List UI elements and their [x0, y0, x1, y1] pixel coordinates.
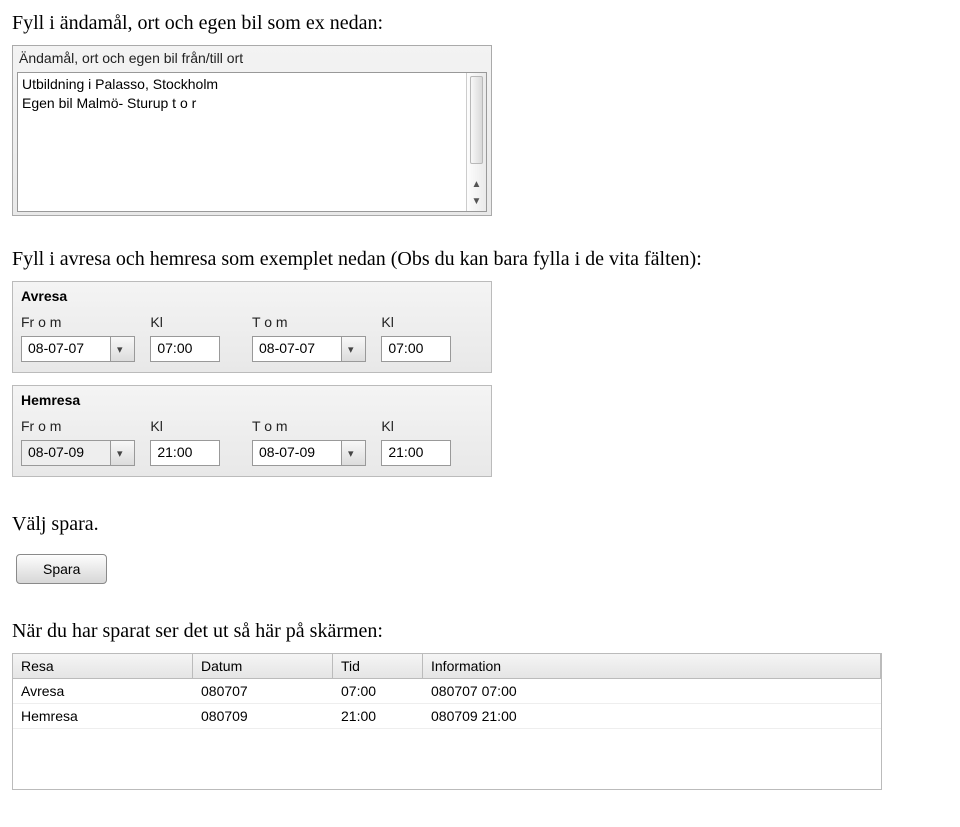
purpose-line: Utbildning i Palasso, Stockholm: [22, 75, 462, 94]
hemresa-to-date-picker-button[interactable]: ▾: [341, 441, 365, 465]
hemresa-to-date-value: 08-07-09: [253, 441, 341, 465]
purpose-textarea[interactable]: Utbildning i Palasso, Stockholm Egen bil…: [17, 72, 487, 212]
save-button[interactable]: Spara: [16, 554, 107, 584]
table-row: Hemresa 080709 21:00 080709 21:00: [13, 704, 881, 729]
chevron-down-icon: ▾: [111, 444, 134, 463]
hemresa-to-label: T o m: [252, 418, 381, 434]
hemresa-to-time[interactable]: 21:00: [381, 440, 451, 466]
avresa-to-date[interactable]: 08-07-07 ▾: [252, 336, 366, 362]
hemresa-title: Hemresa: [21, 392, 483, 408]
instruction-3: Välj spara.: [12, 513, 948, 536]
scroll-up-icon[interactable]: ▲: [470, 177, 483, 191]
avresa-from-date[interactable]: 08-07-07 ▾: [21, 336, 135, 362]
chevron-down-icon: ▾: [111, 340, 134, 359]
instruction-1: Fyll i ändamål, ort och egen bil som ex …: [12, 12, 948, 35]
textarea-scrollbar[interactable]: ▲ ▼: [466, 73, 486, 211]
th-datum: Datum: [193, 654, 333, 678]
cell-info: 080707 07:00: [423, 679, 881, 703]
purpose-textarea-container: Ändamål, ort och egen bil från/till ort …: [12, 45, 492, 216]
cell-info: 080709 21:00: [423, 704, 881, 728]
table-empty-area: [13, 729, 881, 789]
chevron-down-icon: ▾: [342, 444, 365, 463]
scroll-down-icon[interactable]: ▼: [470, 194, 483, 208]
cell-datum: 080707: [193, 679, 333, 703]
avresa-to-label: T o m: [252, 314, 381, 330]
hemresa-from-date: 08-07-09 ▾: [21, 440, 135, 466]
hemresa-from-date-picker-button[interactable]: ▾: [110, 441, 134, 465]
chevron-down-icon: ▾: [342, 340, 365, 359]
hemresa-from-time[interactable]: 21:00: [150, 440, 220, 466]
avresa-to-kl-label: Kl: [381, 314, 483, 330]
cell-resa: Avresa: [13, 679, 193, 703]
avresa-from-time[interactable]: 07:00: [150, 336, 220, 362]
hemresa-to-date[interactable]: 08-07-09 ▾: [252, 440, 366, 466]
avresa-from-kl-label: Kl: [150, 314, 252, 330]
hemresa-section: Hemresa Fr o m 08-07-09 ▾ Kl 21:00 T o m…: [12, 385, 492, 477]
avresa-from-date-picker-button[interactable]: ▾: [110, 337, 134, 361]
cell-resa: Hemresa: [13, 704, 193, 728]
hemresa-from-kl-label: Kl: [150, 418, 252, 434]
avresa-title: Avresa: [21, 288, 483, 304]
avresa-from-label: Fr o m: [21, 314, 150, 330]
avresa-to-date-picker-button[interactable]: ▾: [341, 337, 365, 361]
hemresa-from-label: Fr o m: [21, 418, 150, 434]
purpose-textarea-content: Utbildning i Palasso, Stockholm Egen bil…: [18, 73, 466, 211]
purpose-line: Egen bil Malmö- Sturup t o r: [22, 94, 462, 113]
th-resa: Resa: [13, 654, 193, 678]
hemresa-from-date-value: 08-07-09: [22, 441, 110, 465]
purpose-label: Ändamål, ort och egen bil från/till ort: [13, 46, 491, 72]
avresa-to-time[interactable]: 07:00: [381, 336, 451, 362]
instruction-2: Fyll i avresa och hemresa som exemplet n…: [12, 248, 948, 271]
th-tid: Tid: [333, 654, 423, 678]
instruction-4: När du har sparat ser det ut så här på s…: [12, 620, 948, 643]
scrollbar-thumb[interactable]: [470, 76, 483, 164]
avresa-section: Avresa Fr o m 08-07-07 ▾ Kl 07:00 T o m …: [12, 281, 492, 373]
result-table: Resa Datum Tid Information Avresa 080707…: [12, 653, 882, 790]
cell-tid: 07:00: [333, 679, 423, 703]
table-row: Avresa 080707 07:00 080707 07:00: [13, 679, 881, 704]
cell-datum: 080709: [193, 704, 333, 728]
th-info: Information: [423, 654, 881, 678]
avresa-from-date-value: 08-07-07: [22, 337, 110, 361]
cell-tid: 21:00: [333, 704, 423, 728]
table-header: Resa Datum Tid Information: [13, 654, 881, 679]
hemresa-to-kl-label: Kl: [381, 418, 483, 434]
avresa-to-date-value: 08-07-07: [253, 337, 341, 361]
